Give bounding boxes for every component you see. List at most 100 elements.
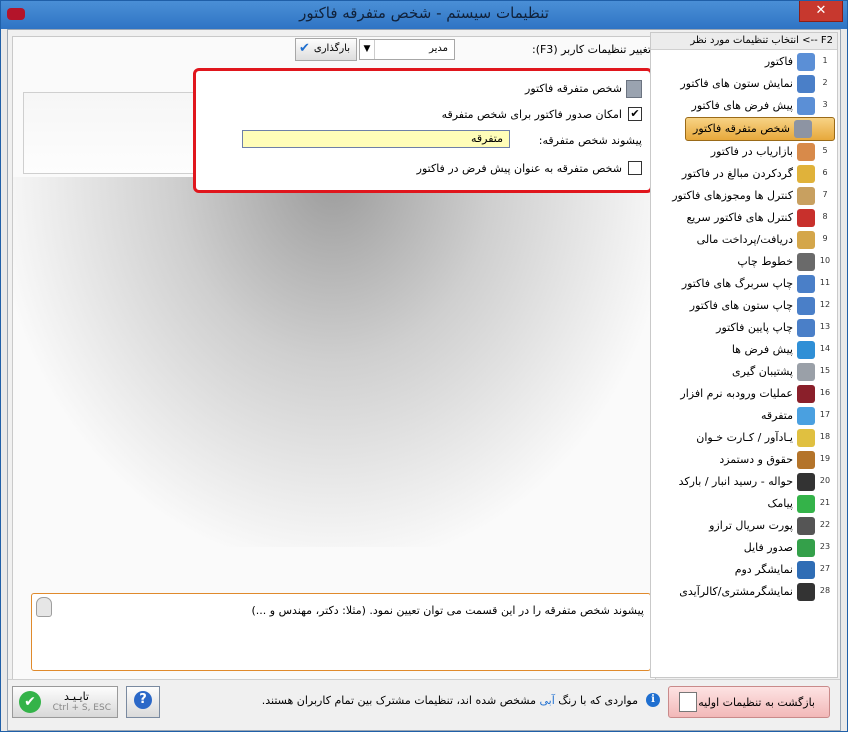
sidebar-item-label: گردکردن مبالغ در فاکتور (681, 167, 793, 180)
title-bar: تنظیمات سیستم - شخص متفرقه فاکتور ✕ (1, 1, 847, 29)
sidebar-item-label: یـادآور / کـارت خـوان (696, 431, 793, 444)
sidebar-item[interactable]: 14 پیش فرض ها (651, 339, 837, 361)
sidebar-item[interactable]: 18 یـادآور / کـارت خـوان (651, 427, 837, 449)
window-body: تغییر تنظیمات کاربر (F3): مدیر ▼ بارگذار… (7, 29, 841, 731)
info-icon: i (646, 693, 660, 707)
sidebar-item[interactable]: 19 حقوق و دستمزد (651, 449, 837, 471)
sidebar-item[interactable]: 13 چاپ پایین فاکتور (651, 317, 837, 339)
user-select[interactable]: مدیر ▼ (359, 39, 455, 60)
checklist-icon (679, 692, 697, 712)
sidebar-item-label: پیش فرض ها (731, 343, 793, 356)
sidebar-item-icon (797, 231, 815, 249)
sidebar-item-number: 13 (819, 322, 831, 331)
sidebar-item-label: نمایشگرمشتری/کالرآیدی (679, 585, 793, 598)
sidebar-item-icon (797, 341, 815, 359)
sidebar-item-label: چاپ ستون های فاکتور (689, 299, 793, 312)
sidebar-item-label: صدور فایل (743, 541, 793, 554)
person-card-icon (626, 80, 642, 98)
sidebar-item[interactable]: 7 کنترل ها ومجوزهای فاکتور (651, 185, 837, 207)
sidebar-item-number: 10 (819, 256, 831, 265)
prefix-input[interactable]: متفرقه (242, 130, 510, 148)
sidebar-item-icon (797, 561, 815, 579)
sidebar-item-number: 14 (819, 344, 831, 353)
user-settings-label: تغییر تنظیمات کاربر (F3): (531, 43, 651, 56)
sidebar-item-number: 12 (819, 300, 831, 309)
load-button-label: بارگذاری (313, 43, 350, 54)
sidebar-item-label: حقوق و دستمزد (719, 453, 793, 466)
sidebar-item-label: عملیات ورودبه نرم افزار (680, 387, 793, 400)
help-box: پیشوند شخص متفرقه را در این قسمت می توان… (31, 593, 651, 671)
default-person-checkbox[interactable] (628, 161, 642, 175)
sidebar-item-label: بازاریاب در فاکتور (710, 145, 793, 158)
chevron-down-icon[interactable]: ▼ (360, 40, 375, 59)
sidebar-item[interactable]: 6 گردکردن مبالغ در فاکتور (651, 163, 837, 185)
sidebar-item-icon (797, 517, 815, 535)
close-button[interactable]: ✕ (799, 1, 843, 22)
sidebar-item[interactable]: 9 دریافت/پرداخت مالی (651, 229, 837, 251)
info-text: مواردی که با رنگ آبی مشخص شده اند، تنظیم… (262, 694, 638, 707)
sidebar-item-number: 7 (822, 190, 828, 199)
check-circle-icon: ✔ (19, 691, 41, 713)
sidebar-item-label: نمایشگر دوم (734, 563, 793, 576)
shadow-area (13, 177, 653, 547)
lightbulb-icon (36, 597, 52, 617)
sidebar-item-number: 19 (819, 454, 831, 463)
sidebar-item[interactable]: 3 پیش فرض های فاکتور (651, 95, 837, 117)
sidebar-item-label: پورت سریال ترازو (709, 519, 793, 532)
sidebar-item[interactable]: 8 کنترل های فاکتور سریع (651, 207, 837, 229)
check-icon: ✔ (299, 41, 310, 56)
sidebar-item-icon (797, 75, 815, 93)
sidebar-item[interactable]: 4شخص متفرقه فاکتور (685, 117, 835, 141)
sidebar-item-icon (797, 363, 815, 381)
sidebar-item-number: 11 (819, 278, 831, 287)
help-text: پیشوند شخص متفرقه را در این قسمت می توان… (251, 604, 645, 617)
sidebar-item[interactable]: 1 فاکتور (651, 51, 837, 73)
confirm-button[interactable]: ✔ تایـیـد Ctrl + S, ESC (12, 686, 118, 718)
sidebar-item-number: 28 (819, 586, 831, 595)
confirm-shortcut: Ctrl + S, ESC (52, 703, 111, 713)
sidebar-item-icon (797, 583, 815, 601)
sidebar-item[interactable]: 15 پشتیبان گیری (651, 361, 837, 383)
sidebar-item-label: حواله - رسید انبار / بارکد (678, 475, 793, 488)
sidebar-item-label: پیامک (767, 497, 793, 510)
sidebar-item-number: 23 (819, 542, 831, 551)
sidebar-item-icon (797, 495, 815, 513)
sidebar-item-number: 2 (822, 78, 828, 87)
help-button[interactable]: ? (126, 686, 160, 718)
sidebar-item[interactable]: 11 چاپ سربرگ های فاکتور (651, 273, 837, 295)
settings-window: تنظیمات سیستم - شخص متفرقه فاکتور ✕ تغیی… (0, 0, 848, 732)
sidebar-item[interactable]: 10 خطوط چاپ (651, 251, 837, 273)
info-text-after: مشخص شده اند، تنظیمات مشترک بین تمام کار… (261, 694, 536, 707)
sidebar-item-label: فاکتور (764, 55, 793, 68)
sidebar-item-icon (794, 120, 812, 138)
sidebar-item-label: چاپ پایین فاکتور (716, 321, 793, 334)
sidebar-item-number: 15 (819, 366, 831, 375)
sidebar-item[interactable]: 28 نمایشگرمشتری/کالرآیدی (651, 581, 837, 603)
sidebar-item[interactable]: 22 پورت سریال ترازو (651, 515, 837, 537)
sidebar-item-label: پیش فرض های فاکتور (691, 99, 793, 112)
sidebar-item-label: نمایش ستون های فاکتور (680, 77, 793, 90)
sidebar-item[interactable]: 27 نمایشگر دوم (651, 559, 837, 581)
sidebar-item[interactable]: 2 نمایش ستون های فاکتور (651, 73, 837, 95)
user-toolbar: تغییر تنظیمات کاربر (F3): مدیر ▼ بارگذار… (13, 37, 655, 61)
sidebar-item[interactable]: 20 حواله - رسید انبار / بارکد (651, 471, 837, 493)
sidebar-item[interactable]: 17 متفرقه (651, 405, 837, 427)
sidebar-item[interactable]: 16 عملیات ورودبه نرم افزار (651, 383, 837, 405)
sidebar-item-label: کنترل های فاکتور سریع (686, 211, 793, 224)
sidebar-item-icon (797, 319, 815, 337)
confirm-button-label: تایـیـد (63, 690, 89, 703)
sidebar-item-number: 21 (819, 498, 831, 507)
sidebar-item[interactable]: 12 چاپ ستون های فاکتور (651, 295, 837, 317)
reset-defaults-button[interactable]: بازگشت به تنظیمات اولیه (668, 686, 830, 718)
sidebar-item-icon (797, 407, 815, 425)
sidebar-item-icon (797, 297, 815, 315)
sidebar-item-number: 3 (822, 100, 828, 109)
load-button[interactable]: بارگذاری ✔ (295, 38, 357, 61)
sidebar-item[interactable]: 5 بازاریاب در فاکتور (651, 141, 837, 163)
sidebar-item-icon (797, 97, 815, 115)
allow-issue-checkbox[interactable]: ✔ (628, 107, 642, 121)
sidebar-item[interactable]: 21 پیامک (651, 493, 837, 515)
sidebar-item-label: کنترل ها ومجوزهای فاکتور (672, 189, 793, 202)
sidebar-item-number: 9 (822, 234, 828, 243)
sidebar-item[interactable]: 23 صدور فایل (651, 537, 837, 559)
